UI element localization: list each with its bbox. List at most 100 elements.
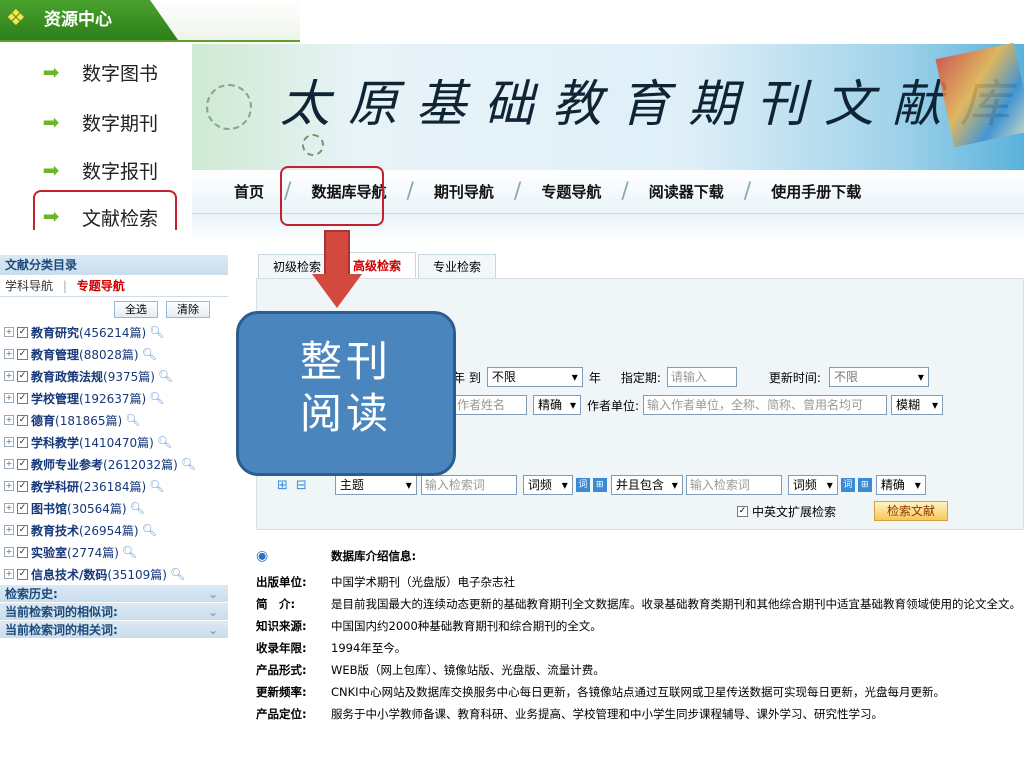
match2-select[interactable]: 精确 ▾: [875, 475, 926, 495]
menu-manual-download[interactable]: 使用手册下载: [771, 181, 861, 202]
expand-icon[interactable]: +: [4, 349, 14, 359]
field-select[interactable]: 主题 ▾: [334, 475, 417, 495]
checkbox-checked[interactable]: ✓: [17, 524, 28, 536]
category-item[interactable]: + ✓ 德育 (181865篇) 🔍︎: [0, 409, 228, 431]
expand-icon[interactable]: +: [4, 437, 14, 447]
category-header: 文献分类目录: [0, 255, 228, 275]
tab-subject-nav[interactable]: 学科导航: [5, 279, 53, 293]
author-unit-input[interactable]: 输入作者单位，全称、简称、曾用名均可: [643, 395, 888, 415]
category-item[interactable]: + ✓ 学校管理 (192637篇) 🔍︎: [0, 387, 228, 409]
menu-topic-nav[interactable]: 专题导航: [541, 181, 601, 202]
nav-digital-books[interactable]: ➡ 数字图书: [40, 52, 158, 92]
checkbox-checked[interactable]: ✓: [17, 480, 28, 492]
expand-icon[interactable]: +: [4, 415, 14, 425]
category-buttons: 全选 清除: [0, 297, 228, 321]
search-history-bar[interactable]: 检索历史: ⌄: [0, 585, 228, 603]
unit-match-select[interactable]: 模糊 ▾: [891, 395, 944, 415]
select-all-button[interactable]: 全选: [114, 300, 158, 318]
menu-home[interactable]: 首页: [234, 181, 264, 202]
author-match-select[interactable]: 精确 ▾: [533, 395, 581, 415]
chevron-down-icon[interactable]: ⌄: [208, 585, 218, 602]
expand-icon[interactable]: +: [4, 547, 14, 557]
info-row: 知识来源: 中国国内约2000种基础教育期刊和综合期刊的全文。: [256, 619, 602, 633]
search-button[interactable]: 检索文献: [874, 501, 949, 521]
freq2-select[interactable]: 词频 ▾: [787, 475, 838, 495]
magnifier-icon[interactable]: 🔍︎: [130, 501, 145, 515]
magnifier-icon[interactable]: 🔍︎: [181, 457, 196, 471]
magnifier-icon[interactable]: 🔍︎: [125, 413, 140, 427]
checkbox-checked[interactable]: ✓: [17, 546, 28, 558]
nav-digital-journals[interactable]: ➡ 数字期刊: [40, 102, 158, 142]
info-icon: ◉: [256, 548, 269, 564]
expand-word-icon[interactable]: ⊞: [857, 478, 872, 492]
expand-icon[interactable]: +: [4, 459, 14, 469]
bilingual-checkbox[interactable]: ✓: [737, 505, 748, 517]
period-input[interactable]: 请输入: [666, 367, 737, 387]
expand-icon[interactable]: +: [4, 525, 14, 535]
resource-center-label[interactable]: ❖ 资源中心: [0, 0, 178, 40]
author-name-input[interactable]: 作者姓名: [453, 395, 527, 415]
expand-icon[interactable]: +: [4, 371, 14, 381]
magnifier-icon[interactable]: 🔍︎: [142, 347, 157, 361]
keyword2-input[interactable]: 输入检索词: [685, 475, 782, 495]
checkbox-checked[interactable]: ✓: [17, 502, 28, 514]
category-item[interactable]: + ✓ 教师专业参考 (2612032篇) 🔍︎: [0, 453, 228, 475]
magnifier-icon[interactable]: 🔍︎: [142, 523, 157, 537]
category-item[interactable]: + ✓ 教学科研 (236184篇) 🔍︎: [0, 475, 228, 497]
magnifier-icon[interactable]: 🔍︎: [170, 567, 185, 581]
checkbox-checked[interactable]: ✓: [17, 414, 28, 426]
expand-icon[interactable]: +: [4, 503, 14, 513]
year-end-select[interactable]: 不限 ▾: [486, 367, 583, 387]
checkbox-checked[interactable]: ✓: [17, 568, 28, 580]
similar-terms-bar[interactable]: 当前检索词的相似词: ⌄: [0, 603, 228, 621]
arrow-right-icon: ➡: [42, 158, 60, 182]
logic-select[interactable]: 并且包含 ▾: [610, 475, 683, 495]
tab-professional-search[interactable]: 专业检索: [418, 254, 497, 278]
magnifier-icon[interactable]: 🔍︎: [122, 545, 137, 559]
caret-down-icon: ▾: [571, 370, 578, 384]
nav-digital-newspapers[interactable]: ➡ 数字报刊: [40, 150, 158, 190]
magnifier-icon[interactable]: 🔍︎: [158, 369, 173, 383]
magnifier-icon[interactable]: 🔍︎: [149, 325, 164, 339]
expand-word-icon[interactable]: ⊞: [592, 478, 607, 492]
freq-select[interactable]: 词频 ▾: [522, 475, 573, 495]
menu-journal-nav[interactable]: 期刊导航: [434, 181, 494, 202]
info-row: 出版单位: 中国学术期刊（光盘版）电子杂志社: [256, 575, 515, 589]
category-item[interactable]: + ✓ 教育研究 (456214篇) 🔍︎: [0, 321, 228, 343]
expand-icon[interactable]: +: [4, 569, 14, 579]
remove-row-icon[interactable]: ⊟: [296, 478, 307, 493]
category-item[interactable]: + ✓ 图书馆 (30564篇) 🔍︎: [0, 497, 228, 519]
add-row-icon[interactable]: ⊞: [277, 478, 288, 493]
checkbox-checked[interactable]: ✓: [17, 348, 28, 360]
magnifier-icon[interactable]: 🔍︎: [149, 391, 164, 405]
category-item[interactable]: + ✓ 教育技术 (26954篇) 🔍︎: [0, 519, 228, 541]
menu-separator: /: [743, 179, 752, 204]
keyword-input[interactable]: 输入检索词: [420, 475, 517, 495]
chevron-down-icon[interactable]: ⌄: [208, 603, 218, 620]
category-item[interactable]: + ✓ 实验室 (2774篇) 🔍︎: [0, 541, 228, 563]
magnifier-icon[interactable]: 🔍︎: [157, 435, 172, 449]
expand-icon[interactable]: +: [4, 327, 14, 337]
clear-button[interactable]: 清除: [166, 300, 210, 318]
related-terms-bar[interactable]: 当前检索词的相关词: ⌄: [0, 621, 228, 639]
category-item[interactable]: + ✓ 教育政策法规 (9375篇) 🔍︎: [0, 365, 228, 387]
category-item[interactable]: + ✓ 教育管理 (88028篇) 🔍︎: [0, 343, 228, 365]
update-time-select[interactable]: 不限 ▾: [828, 367, 929, 387]
chevron-down-icon[interactable]: ⌄: [208, 621, 218, 638]
checkbox-checked[interactable]: ✓: [17, 458, 28, 470]
checkbox-checked[interactable]: ✓: [17, 370, 28, 382]
caret-down-icon: ▾: [671, 478, 678, 492]
caret-down-icon: ▾: [569, 398, 576, 412]
checkbox-checked[interactable]: ✓: [17, 326, 28, 338]
menu-reader-download[interactable]: 阅读器下载: [649, 181, 724, 202]
checkbox-checked[interactable]: ✓: [17, 436, 28, 448]
tab-topic-nav[interactable]: 专题导航: [77, 279, 125, 293]
related-word-icon[interactable]: 词: [840, 478, 855, 492]
category-item[interactable]: + ✓ 学科教学 (1410470篇) 🔍︎: [0, 431, 228, 453]
magnifier-icon[interactable]: 🔍︎: [149, 479, 164, 493]
expand-icon[interactable]: +: [4, 481, 14, 491]
checkbox-checked[interactable]: ✓: [17, 392, 28, 404]
category-item[interactable]: + ✓ 信息技术/数码 (35109篇) 🔍︎: [0, 563, 228, 585]
related-word-icon[interactable]: 词: [575, 478, 590, 492]
expand-icon[interactable]: +: [4, 393, 14, 403]
